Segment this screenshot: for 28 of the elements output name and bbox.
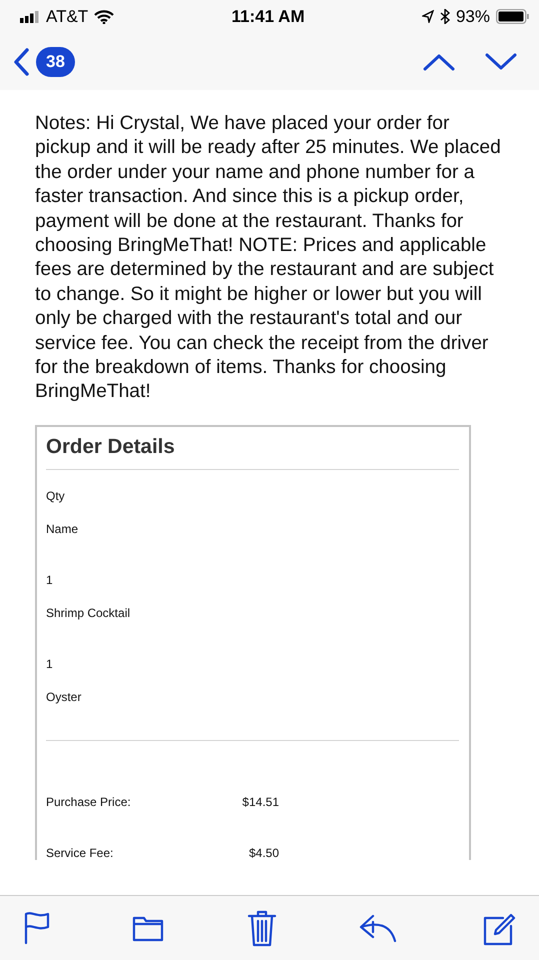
previous-message-button[interactable] bbox=[423, 52, 455, 70]
total-label: Service Fee: bbox=[46, 846, 114, 860]
clock-time: 11:41 AM bbox=[232, 6, 305, 26]
quantity-text: 1 bbox=[46, 656, 54, 671]
item-name: Shrimp Cocktail bbox=[46, 606, 132, 620]
battery-percentage: 93% bbox=[456, 6, 490, 26]
column-header: Qty bbox=[46, 488, 66, 503]
wifi-icon bbox=[94, 10, 114, 24]
reply-button[interactable] bbox=[358, 912, 399, 944]
unread-count-badge: 38 bbox=[36, 46, 75, 76]
location-icon bbox=[422, 10, 434, 23]
item-name: Oyster bbox=[46, 690, 82, 704]
notes-paragraph: Notes: Hi Crystal, We have placed your order for pickup and it will be ready after 25 minutes. We placed the order under your name and phone number for a faster transaction. And since this is a pickup order, payment will be done at the restaurant. Thanks for choosing BringMeThat! NOTE: Prices and applicable fees are determined by the restaurant and are subject to change. So it might be higher or lower but you will only be charged with the restaurant's total and our service fee. You can check the receipt from the driver for the breakdown of items. Thanks for choosing BringMeThat! bbox=[35, 112, 502, 404]
flag-button[interactable] bbox=[24, 911, 50, 945]
card-title: Order Details bbox=[46, 434, 459, 470]
total-amount: $14.51 bbox=[241, 794, 279, 809]
signal-icon bbox=[20, 10, 40, 22]
next-message-button[interactable] bbox=[485, 52, 517, 70]
bluetooth-icon bbox=[440, 9, 450, 24]
trash-button[interactable] bbox=[246, 909, 276, 947]
back-button[interactable] bbox=[12, 46, 30, 76]
column-header: Name bbox=[46, 522, 80, 536]
folder-button[interactable] bbox=[132, 914, 164, 942]
battery-icon bbox=[496, 9, 529, 24]
total-amount: $4.50 bbox=[248, 846, 279, 860]
quantity-text: 1 bbox=[46, 572, 54, 587]
total-label: Purchase Price: bbox=[46, 794, 132, 809]
carrier-name: AT&T bbox=[46, 6, 88, 26]
